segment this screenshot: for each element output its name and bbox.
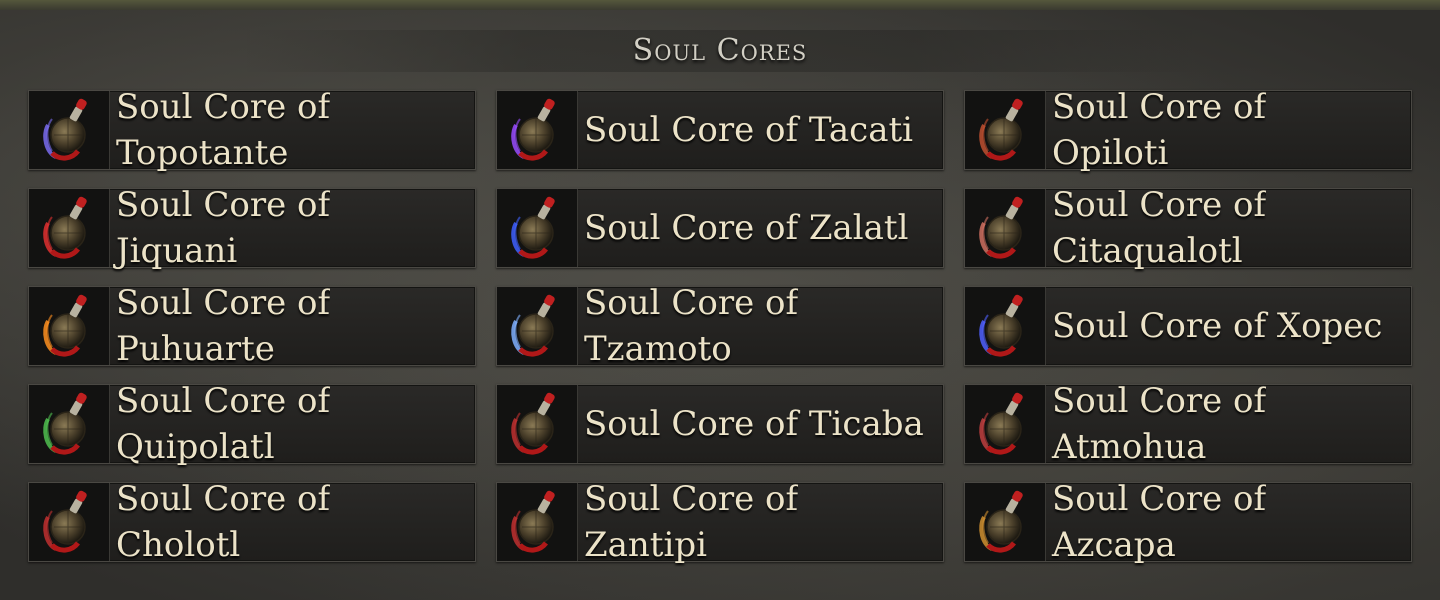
soul-core-zantipi-icon bbox=[497, 483, 578, 561]
soul-core-item[interactable]: Soul Core of Zantipi bbox=[496, 479, 944, 565]
soul-core-item[interactable]: Soul Core of Tzamoto bbox=[496, 283, 944, 369]
soul-core-label: Soul Core of Azcapa bbox=[1052, 479, 1267, 565]
soul-core-puhuarte-icon bbox=[29, 287, 110, 365]
soul-core-item[interactable]: Soul Core of Opiloti bbox=[964, 87, 1412, 173]
soul-core-label: Soul Core of Jiquani bbox=[116, 185, 331, 271]
soul-core-item[interactable]: Soul Core of Atmohua bbox=[964, 381, 1412, 467]
soul-core-item[interactable]: Soul Core of Tacati bbox=[496, 90, 944, 170]
soul-cores-panel: Soul Cores Soul Core of Topotante Soul Co… bbox=[0, 0, 1440, 600]
soul-core-label: Soul Core of Topotante bbox=[116, 87, 331, 173]
soul-core-ticaba-icon bbox=[497, 385, 578, 463]
soul-core-item[interactable]: Soul Core of Azcapa bbox=[964, 479, 1412, 565]
soul-core-label: Soul Core of Opiloti bbox=[1052, 87, 1267, 173]
soul-core-label: Soul Core of Quipolatl bbox=[116, 381, 331, 467]
soul-core-label: Soul Core of Puhuarte bbox=[116, 283, 331, 369]
soul-core-label: Soul Core of Zantipi bbox=[584, 479, 799, 565]
soul-core-label: Soul Core of Citaqualotl bbox=[1052, 185, 1267, 271]
soul-core-item[interactable]: Soul Core of Puhuarte bbox=[28, 283, 476, 369]
soul-core-label: Soul Core of Xopec bbox=[1052, 306, 1383, 346]
soul-core-citaqualotl-icon bbox=[965, 189, 1046, 267]
soul-core-xopec-icon bbox=[965, 287, 1046, 365]
soul-core-grid: Soul Core of Topotante Soul Core of Tacat… bbox=[28, 87, 1412, 565]
soul-core-label: Soul Core of Tacati bbox=[584, 110, 914, 150]
soul-core-label: Soul Core of Zalatl bbox=[584, 208, 909, 248]
panel-title: Soul Cores bbox=[632, 33, 808, 68]
soul-core-opiloti-icon bbox=[965, 91, 1046, 169]
soul-core-item[interactable]: Soul Core of Citaqualotl bbox=[964, 185, 1412, 271]
soul-core-item[interactable]: Soul Core of Xopec bbox=[964, 286, 1412, 366]
soul-core-atmohua-icon bbox=[965, 385, 1046, 463]
soul-core-jiquani-icon bbox=[29, 189, 110, 267]
soul-core-item[interactable]: Soul Core of Cholotl bbox=[28, 479, 476, 565]
soul-core-topotante-icon bbox=[29, 91, 110, 169]
soul-core-label: Soul Core of Tzamoto bbox=[584, 283, 799, 369]
soul-core-item[interactable]: Soul Core of Ticaba bbox=[496, 384, 944, 464]
soul-core-item[interactable]: Soul Core of Topotante bbox=[28, 87, 476, 173]
soul-core-cholotl-icon bbox=[29, 483, 110, 561]
soul-core-item[interactable]: Soul Core of Jiquani bbox=[28, 185, 476, 271]
soul-core-tzamoto-icon bbox=[497, 287, 578, 365]
panel-top-edge bbox=[0, 0, 1440, 10]
soul-core-label: Soul Core of Atmohua bbox=[1052, 381, 1267, 467]
soul-core-item[interactable]: Soul Core of Zalatl bbox=[496, 188, 944, 268]
soul-core-quipolatl-icon bbox=[29, 385, 110, 463]
soul-core-label: Soul Core of Ticaba bbox=[584, 404, 924, 444]
soul-core-item[interactable]: Soul Core of Quipolatl bbox=[28, 381, 476, 467]
soul-core-tacati-icon bbox=[497, 91, 578, 169]
soul-core-label: Soul Core of Cholotl bbox=[116, 479, 331, 565]
soul-core-azcapa-icon bbox=[965, 483, 1046, 561]
soul-core-zalatl-icon bbox=[497, 189, 578, 267]
